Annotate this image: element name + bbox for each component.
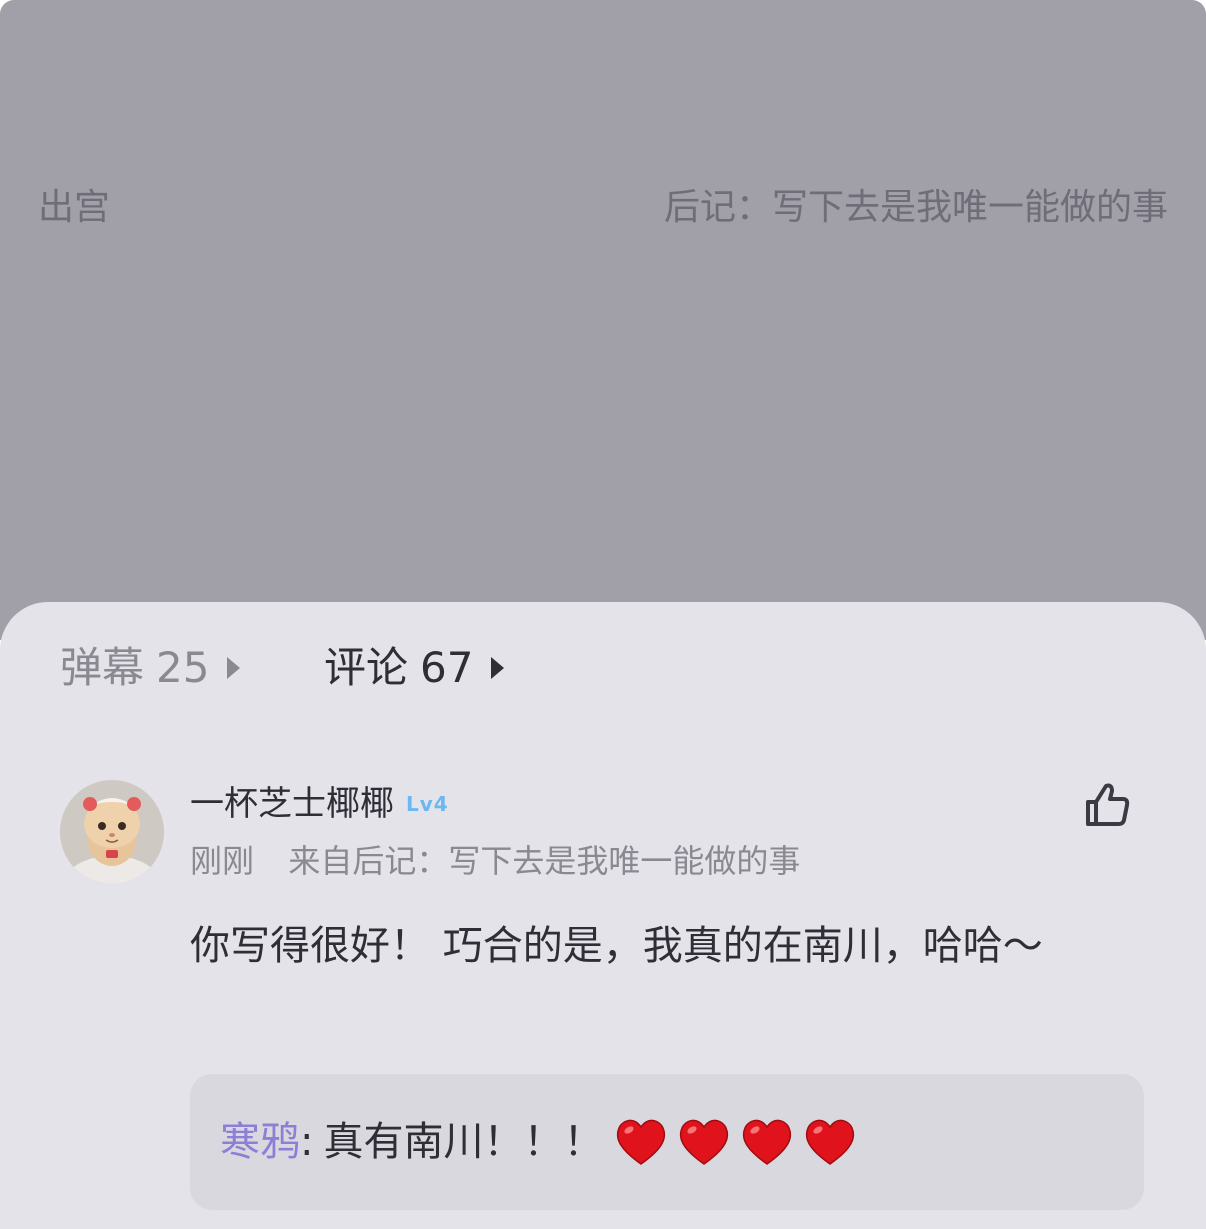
thumbs-up-icon[interactable] [1080,778,1134,832]
reply-line: 寒鸦 : 真有南川！！！ [220,1114,865,1170]
comment-time: 刚刚 [190,842,255,880]
reply-separator: : [300,1119,314,1165]
avatar[interactable] [60,780,164,884]
comment-meta: 刚刚 来自后记：写下去是我唯一能做的事 [190,838,800,884]
red-heart-icon [743,1119,792,1165]
tab-danmaku[interactable]: 弹幕 25 [60,640,241,696]
comment-sheet: 弹幕 25 评论 67 一杯芝士椰椰 Lv4 刚刚 来自后记：写下去是我唯一能做… [0,602,1206,1229]
tab-comments-count: 67 [420,643,474,692]
red-heart-icon [806,1119,855,1165]
red-heart-icon [617,1119,666,1165]
username: 一杯芝士椰椰 [190,784,394,824]
red-heart-icon [680,1119,729,1165]
comment-body[interactable]: 你写得很好！ 巧合的是，我真的在南川，哈哈～ [190,910,1150,982]
comment-author[interactable]: 一杯芝士椰椰 Lv4 [190,780,449,828]
reply-preview[interactable]: 寒鸦 : 真有南川！！！ [190,1074,1144,1210]
tab-comments[interactable]: 评论 67 [324,640,505,696]
tab-comments-label: 评论 [324,643,409,692]
tab-danmaku-label: 弹幕 [60,643,145,692]
play-arrow-icon [491,657,505,679]
play-arrow-icon [227,657,241,679]
previous-chapter-link[interactable]: 出宫 [38,184,110,232]
reply-emoji-group [613,1114,865,1170]
reader-page-overlay: 出宫 后记：写下去是我唯一能做的事 [0,0,1206,640]
next-chapter-link[interactable]: 后记：写下去是我唯一能做的事 [664,184,1168,232]
level-badge: Lv4 [406,792,449,816]
reply-author[interactable]: 寒鸦 [220,1114,300,1170]
comment-source: 来自后记：写下去是我唯一能做的事 [288,842,801,880]
reply-text: 真有南川！！！ [323,1119,604,1165]
tab-danmaku-count: 25 [156,643,210,692]
